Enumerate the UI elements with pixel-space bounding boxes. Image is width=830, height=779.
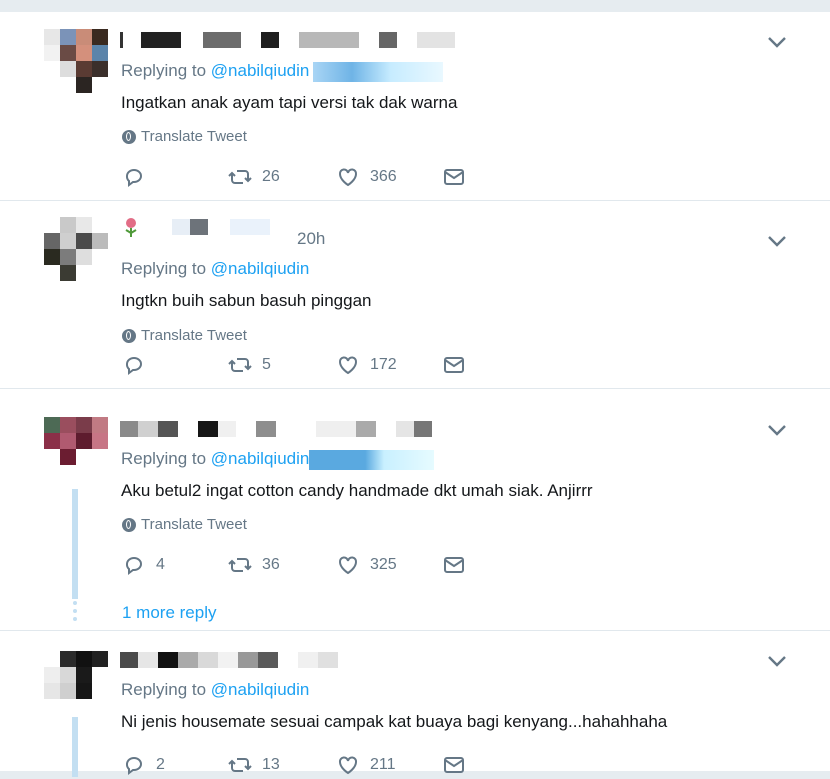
reply-count: 4 (156, 556, 165, 573)
replying-to-line: Replying to @nabilqiudin (121, 449, 435, 470)
retweet-icon (228, 358, 252, 372)
dm-button[interactable] (442, 353, 466, 377)
like-button[interactable]: 211 (336, 753, 396, 777)
globe-icon (122, 517, 136, 532)
tweet-actions: 26 366 (122, 165, 482, 191)
translate-tweet-link[interactable]: Translate Tweet (122, 327, 247, 344)
reply-button[interactable] (122, 353, 156, 377)
chevron-down-icon[interactable] (766, 653, 788, 669)
retweet-icon (228, 170, 252, 184)
display-name-redacted[interactable] (120, 651, 338, 669)
retweet-count: 36 (262, 556, 280, 573)
globe-icon (122, 129, 136, 144)
avatar[interactable] (44, 651, 108, 715)
tweet-text: Ingtkn buih sabun basuh pinggan (121, 291, 372, 310)
avatar[interactable] (44, 417, 108, 481)
mention-link[interactable]: @nabilqiudin (211, 680, 310, 699)
show-more-replies-link[interactable]: 1 more reply (122, 603, 216, 623)
thread-more-dots (72, 601, 78, 625)
retweet-button[interactable]: 26 (228, 165, 280, 189)
envelope-icon (444, 557, 464, 573)
display-name-redacted[interactable] (120, 218, 290, 237)
retweet-button[interactable]: 5 (228, 353, 271, 377)
tweet-timestamp[interactable]: 20h (297, 229, 325, 249)
redacted-mention (309, 449, 435, 470)
replying-to-line: Replying to @nabilqiudin (121, 259, 309, 279)
redacted-mention (313, 61, 444, 82)
avatar[interactable] (44, 217, 108, 281)
reply-icon (126, 757, 142, 775)
reply-icon (126, 357, 142, 375)
translate-tweet-link[interactable]: Translate Tweet (122, 516, 247, 533)
globe-icon (122, 328, 136, 343)
display-name-redacted[interactable] (120, 420, 432, 438)
chevron-down-icon[interactable] (766, 34, 788, 50)
tweet-actions: 2 13 211 (122, 753, 482, 779)
reply-button[interactable] (122, 165, 156, 189)
retweet-count: 13 (262, 756, 280, 773)
heart-icon (339, 168, 357, 187)
mention-link[interactable]: @nabilqiudin (211, 259, 310, 278)
reply-icon (126, 169, 142, 187)
tweet-text: Ni jenis housemate sesuai campak kat bua… (121, 712, 668, 731)
display-name-redacted[interactable] (120, 31, 455, 49)
reply-icon (126, 557, 142, 575)
replies-feed: Replying to @nabilqiudin Ingatkan anak a… (0, 12, 830, 777)
replying-to-label: Replying to (121, 449, 211, 468)
reply-button[interactable]: 4 (122, 553, 165, 577)
reply-button[interactable]: 2 (122, 753, 165, 777)
tweet-actions: 5 172 (122, 353, 482, 379)
tweet-text: Aku betul2 ingat cotton candy handmade d… (121, 481, 593, 500)
dm-button[interactable] (442, 165, 466, 189)
flower-emoji-icon (125, 218, 137, 237)
dm-button[interactable] (442, 753, 466, 777)
replying-to-label: Replying to (121, 680, 211, 699)
retweet-count: 5 (262, 356, 271, 373)
chevron-down-icon[interactable] (766, 422, 788, 438)
tweet-card[interactable]: Replying to @nabilqiudin Ingatkan anak a… (0, 12, 830, 201)
like-count: 366 (370, 168, 397, 185)
thread-connector-line (72, 717, 78, 777)
replying-to-line: Replying to @nabilqiudin (121, 680, 309, 700)
like-button[interactable]: 325 (336, 553, 397, 577)
retweet-button[interactable]: 13 (228, 753, 280, 777)
like-count: 211 (370, 756, 396, 773)
mention-link[interactable]: @nabilqiudin (211, 449, 310, 468)
heart-icon (339, 356, 357, 375)
replying-to-label: Replying to (121, 259, 211, 278)
tweet-actions: 4 36 325 (122, 553, 482, 579)
envelope-icon (444, 757, 464, 773)
translate-tweet-link[interactable]: Translate Tweet (122, 128, 247, 145)
dm-button[interactable] (442, 553, 466, 577)
tweet-card[interactable]: Replying to @nabilqiudin Ni jenis housem… (0, 631, 830, 777)
avatar[interactable] (44, 29, 108, 93)
tweet-text: Ingatkan anak ayam tapi versi tak dak wa… (121, 93, 458, 112)
thread-connector-line (72, 489, 78, 599)
tweet-card[interactable]: 20h Replying to @nabilqiudin Ingtkn buih… (0, 201, 830, 389)
envelope-icon (444, 357, 464, 373)
envelope-icon (444, 169, 464, 185)
reply-count: 2 (156, 756, 165, 773)
chevron-down-icon[interactable] (766, 233, 788, 249)
tweet-card[interactable]: Replying to @nabilqiudin Aku betul2 inga… (0, 389, 830, 631)
mention-link[interactable]: @nabilqiudin (211, 61, 310, 80)
like-count: 325 (370, 556, 397, 573)
like-button[interactable]: 172 (336, 353, 397, 377)
replying-to-label: Replying to (121, 61, 211, 80)
retweet-icon (228, 758, 252, 772)
heart-icon (339, 556, 357, 575)
retweet-button[interactable]: 36 (228, 553, 280, 577)
retweet-count: 26 (262, 168, 280, 185)
replying-to-line: Replying to @nabilqiudin (121, 61, 444, 82)
timeline-top-strip (0, 0, 830, 12)
like-count: 172 (370, 356, 397, 373)
heart-icon (339, 756, 357, 775)
like-button[interactable]: 366 (336, 165, 397, 189)
retweet-icon (228, 558, 252, 572)
